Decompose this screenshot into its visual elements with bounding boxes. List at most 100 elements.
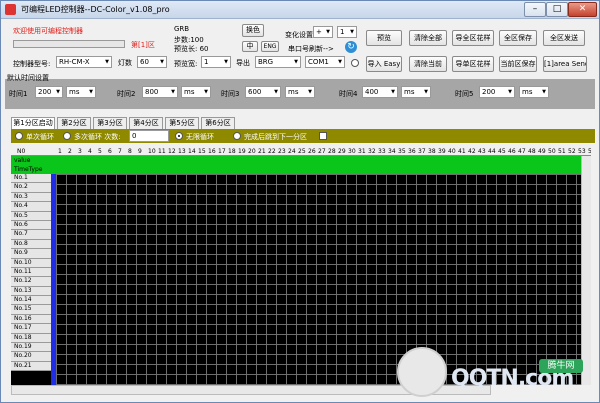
export-all-patterns-button[interactable]: 导全区花样: [452, 30, 494, 46]
column-header: 9: [138, 148, 142, 155]
change-value-select[interactable]: 1 ▼: [337, 26, 357, 38]
led-pattern-grid: N0 1 2 3 4 5 6 7 8 9 10 11 12 13 14 15 16 17 18 19 20 21 22 23…: [11, 147, 591, 385]
column-header: 36: [408, 148, 416, 155]
row-label[interactable]: No.12: [11, 277, 51, 287]
port-status-radio[interactable]: [351, 59, 359, 67]
loop-count-input[interactable]: 0: [129, 130, 169, 142]
close-button[interactable]: ✕: [568, 2, 597, 17]
row-labels: No.1 No.2 No.3 No.4 No.5 No.6 No.7 No.8 No.9 No.1…: [11, 174, 51, 372]
timetype-row[interactable]: TimeType: [11, 165, 591, 174]
serial-port-select[interactable]: COM1 ▼: [305, 56, 345, 68]
time5-select[interactable]: 200 ▼: [479, 86, 515, 98]
refresh-icon[interactable]: ↻: [345, 41, 357, 53]
row-label[interactable]: No.16: [11, 314, 51, 325]
column-header: 16: [208, 148, 216, 155]
row-label[interactable]: No.4: [11, 202, 51, 212]
save-current-button[interactable]: 当前区保存: [499, 56, 537, 72]
multi-loop-label: 多次循环 次数:: [74, 133, 121, 141]
english-language-button[interactable]: ENG: [261, 41, 279, 52]
row-label[interactable]: No.20: [11, 352, 51, 362]
row-label[interactable]: No.8: [11, 239, 51, 250]
row-label[interactable]: No.9: [11, 249, 51, 259]
chinese-language-button[interactable]: 中: [242, 41, 258, 52]
export-area-patterns-button[interactable]: 导单区花样: [452, 56, 494, 72]
area-send-button[interactable]: [1]area Send: [543, 56, 587, 72]
import-easy-button[interactable]: 导入 Easy: [366, 56, 402, 72]
row-label[interactable]: No.2: [11, 183, 51, 193]
column-header: 49: [538, 148, 546, 155]
column-header: 5: [98, 148, 102, 155]
serial-port-value: COM1: [308, 58, 329, 66]
jump-next-checkbox[interactable]: [319, 132, 327, 140]
infinite-loop-radio[interactable]: [175, 132, 183, 140]
preview-button[interactable]: 预览: [366, 30, 402, 46]
row-label[interactable]: No.19: [11, 343, 51, 353]
time4-value: 400: [365, 88, 379, 96]
row-label[interactable]: No.17: [11, 324, 51, 334]
export-format-value: BRG: [258, 58, 274, 66]
clear-all-button[interactable]: 清除全部: [409, 30, 447, 46]
tab-zone-5[interactable]: 第5分区: [165, 117, 199, 129]
lamp-count-select[interactable]: 60 ▼: [137, 56, 167, 68]
color-order: GRB: [174, 25, 190, 33]
column-header: 11: [158, 148, 166, 155]
export-format-select[interactable]: BRG ▼: [255, 56, 301, 68]
window-title: 可编程LED控制器--DC-Color_v1.08_pro: [21, 5, 170, 14]
time5-unit: ms: [522, 88, 533, 96]
save-all-button[interactable]: 全区保存: [499, 30, 537, 46]
column-header: 35: [398, 148, 406, 155]
tab-zone-4[interactable]: 第4分区: [129, 117, 163, 129]
progress-bar: [13, 40, 125, 48]
chevron-down-icon: ▼: [204, 89, 208, 95]
row-label[interactable]: No.15: [11, 305, 51, 315]
row-label[interactable]: No.11: [11, 267, 51, 278]
swap-color-button[interactable]: 换色: [242, 24, 264, 37]
row-label[interactable]: No.7: [11, 230, 51, 240]
change-operator-select[interactable]: + ▼: [313, 26, 333, 38]
row-label[interactable]: No.1: [11, 174, 51, 184]
tab-zone-3[interactable]: 第3分区: [93, 117, 127, 129]
row-label[interactable]: No.6: [11, 220, 51, 231]
time2-select[interactable]: 800 ▼: [142, 86, 178, 98]
column-header: 44: [488, 148, 496, 155]
row-label[interactable]: No.13: [11, 286, 51, 297]
tab-zone-2[interactable]: 第2分区: [57, 117, 91, 129]
time2-unit-select[interactable]: ms ▼: [181, 86, 211, 98]
time3-select[interactable]: 600 ▼: [245, 86, 281, 98]
column-header: 47: [518, 148, 526, 155]
value-row[interactable]: value: [11, 156, 591, 165]
tab-zone-6[interactable]: 第6分区: [201, 117, 235, 129]
minimize-button[interactable]: –: [524, 2, 546, 17]
time1-unit-select[interactable]: ms ▼: [66, 86, 96, 98]
time1-select[interactable]: 200 ▼: [35, 86, 63, 98]
single-loop-radio[interactable]: [15, 132, 23, 140]
preview-width-select[interactable]: 1 ▼: [201, 56, 231, 68]
time4-unit-select[interactable]: ms ▼: [401, 86, 431, 98]
column-header: 51: [558, 148, 566, 155]
maximize-button[interactable]: □: [546, 2, 568, 17]
controller-model-select[interactable]: RH-CM-X ▼: [56, 56, 112, 68]
time5-unit-select[interactable]: ms ▼: [519, 86, 549, 98]
row-label[interactable]: No.5: [11, 211, 51, 221]
time3-unit-select[interactable]: ms ▼: [285, 86, 315, 98]
value-row-label: value: [14, 157, 31, 164]
lamp-count-label: 灯数: [118, 59, 132, 67]
led-cell-grid[interactable]: [56, 174, 591, 385]
infinite-loop-label: 无限循环: [186, 133, 214, 141]
jump-next-radio[interactable]: [233, 132, 241, 140]
vertical-scrollbar[interactable]: [581, 156, 591, 385]
row-label[interactable]: No.3: [11, 192, 51, 203]
lamp-count-value: 60: [140, 58, 149, 66]
send-all-button[interactable]: 全区发送: [543, 30, 585, 46]
row-label[interactable]: No.18: [11, 333, 51, 344]
controller-model-value: RH-CM-X: [59, 58, 90, 66]
time2-value: 800: [145, 88, 159, 96]
row-label[interactable]: No.21: [11, 361, 51, 372]
multi-loop-radio[interactable]: [63, 132, 71, 140]
change-value-value: 1: [340, 28, 345, 36]
row-label[interactable]: No.10: [11, 258, 51, 268]
clear-current-button[interactable]: 清除当前: [409, 56, 447, 72]
time4-label: 时间4: [339, 90, 358, 98]
time4-select[interactable]: 400 ▼: [362, 86, 398, 98]
row-label[interactable]: No.14: [11, 296, 51, 306]
